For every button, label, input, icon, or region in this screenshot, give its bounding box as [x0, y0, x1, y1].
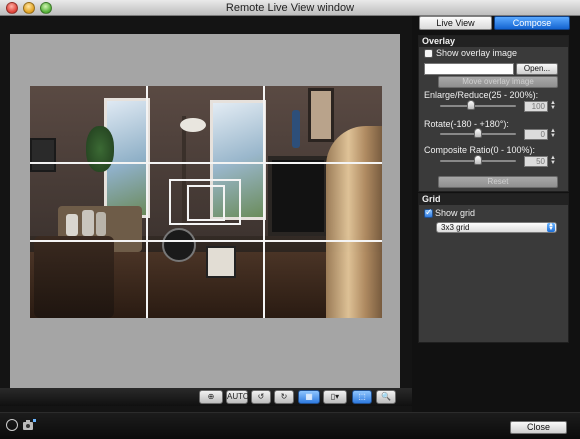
grid-line-horizontal-2	[30, 240, 382, 242]
composite-value-field[interactable]: 50	[524, 156, 548, 167]
select-arrows-icon: ▲ ▼	[547, 222, 555, 232]
composite-ratio-label: Composite Ratio(0 - 100%):	[424, 145, 536, 155]
overlay-header: Overlay	[419, 36, 568, 47]
overlay-panel: Overlay	[418, 35, 569, 192]
magnify-icon[interactable]: 🔍	[376, 390, 396, 404]
enlarge-slider-track[interactable]	[440, 105, 516, 107]
grid-toggle-icon[interactable]: ▦	[298, 390, 320, 404]
show-overlay-label: Show overlay image	[436, 48, 518, 58]
tab-compose[interactable]: Compose	[494, 16, 570, 30]
grid-line-vertical-1	[146, 86, 148, 318]
enlarge-stepper[interactable]: ▲ ▼	[550, 100, 556, 112]
enlarge-value-field[interactable]: 100	[524, 101, 548, 112]
crosshair-icon[interactable]: ⊕	[199, 390, 223, 404]
focus-frame[interactable]	[187, 185, 225, 221]
composite-slider-thumb[interactable]	[474, 155, 482, 165]
rotate-value-field[interactable]: 0	[524, 129, 548, 140]
camera-connection-icon	[22, 419, 36, 431]
composite-stepper[interactable]: ▲ ▼	[550, 155, 556, 167]
open-button[interactable]: Open...	[516, 63, 558, 75]
grid-line-horizontal-1	[30, 162, 382, 164]
grid-header: Grid	[419, 194, 568, 205]
grid-type-select[interactable]: 3x3 grid ▲ ▼	[436, 222, 557, 233]
tab-live-view[interactable]: Live View	[419, 16, 492, 30]
show-grid-label: Show grid	[435, 208, 476, 218]
rotate-slider-thumb[interactable]	[474, 128, 482, 138]
move-overlay-button[interactable]: Move overlay image	[438, 76, 558, 88]
bottom-bar	[0, 412, 580, 439]
auto-focus-icon[interactable]: AUTO	[226, 390, 249, 404]
grid-type-value: 3x3 grid	[441, 223, 470, 232]
window-title: Remote Live View window	[225, 2, 355, 14]
close-button[interactable]: Close	[510, 421, 567, 434]
show-overlay-checkbox[interactable]	[424, 49, 433, 58]
overlay-file-field[interactable]	[424, 63, 514, 75]
show-grid-checkbox[interactable]	[424, 207, 433, 218]
rotate-stepper[interactable]: ▲ ▼	[550, 128, 556, 140]
enlarge-label: Enlarge/Reduce(25 - 200%):	[424, 90, 539, 100]
zoom-frame-icon[interactable]: ⬚	[352, 390, 372, 404]
grid-line-vertical-2	[263, 86, 265, 318]
enlarge-slider-thumb[interactable]	[467, 100, 475, 110]
power-icon[interactable]	[6, 419, 18, 431]
aspect-ratio-icon[interactable]: ▯▾	[323, 390, 347, 404]
rotate-label: Rotate(-180 - +180°):	[424, 119, 509, 129]
rotate-left-icon[interactable]: ↺	[251, 390, 271, 404]
reset-button[interactable]: Reset	[438, 176, 558, 188]
title-bar: Remote Live View window	[0, 0, 580, 16]
rotate-right-icon[interactable]: ↻	[274, 390, 294, 404]
